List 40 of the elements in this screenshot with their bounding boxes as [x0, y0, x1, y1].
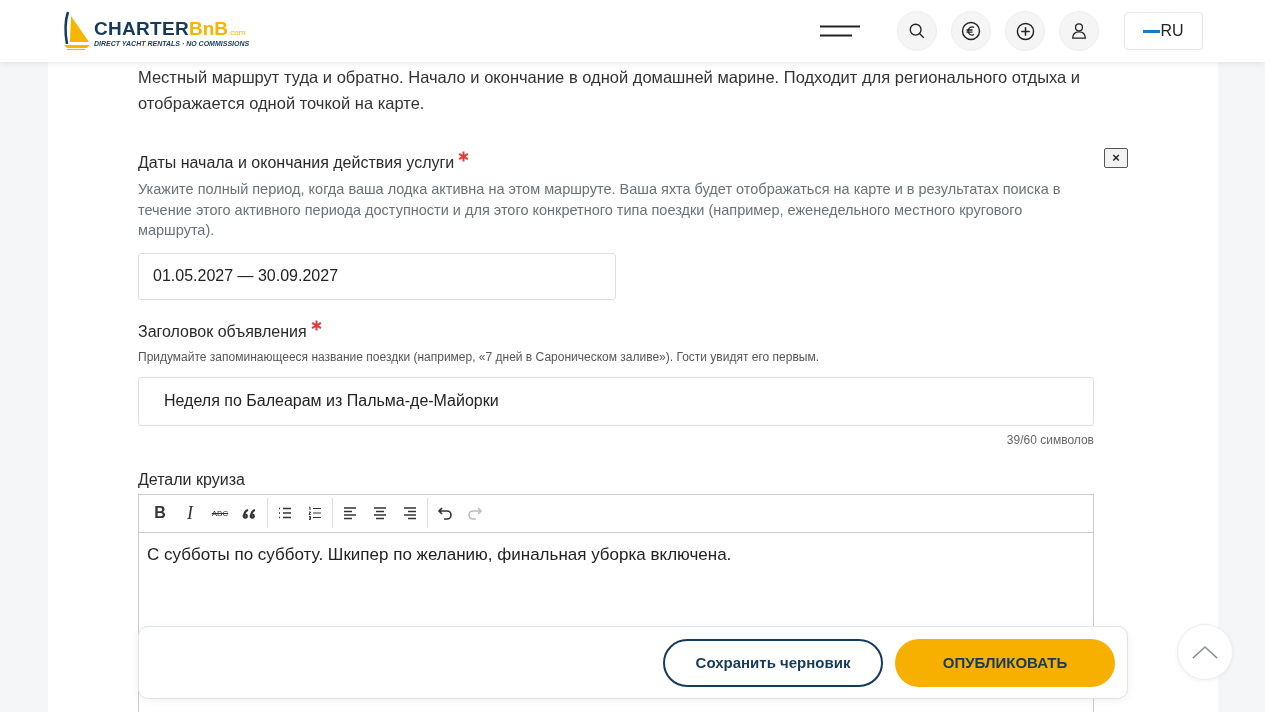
redo-icon [467, 505, 483, 521]
plus-icon [1015, 21, 1035, 41]
add-button[interactable] [1005, 11, 1045, 51]
editor-text: С субботы по субботу. Шкипер по желанию, финальная уборка включена. [147, 544, 732, 564]
logo-text: .com [228, 28, 246, 37]
account-button[interactable] [1059, 11, 1099, 51]
title-field[interactable]: Неделя по Балеарам из Пальма-де-Майорки [138, 376, 1094, 426]
logo-text: CHARTER [94, 18, 189, 40]
euro-icon [961, 21, 981, 41]
italic-button[interactable]: I [175, 498, 205, 528]
bold-button[interactable]: B [145, 498, 175, 528]
publish-button[interactable]: ОПУБЛИКОВАТЬ [895, 638, 1115, 687]
language-button[interactable]: RU [1124, 12, 1203, 50]
align-right-icon [402, 505, 418, 521]
align-left-icon [342, 505, 358, 521]
bullets-icon [277, 505, 293, 521]
help-text: Укажите полный период, когда ваша лодка активна на этом маршруте. Ваша яхта будет отображаться на карте и в результатах поиска в течение этого активного периода доступности и для этого конкретного типа поездки (например, еженедельного местного кругового маршрута). [138, 180, 1062, 240]
character-counter: 39/60 символов [1006, 432, 1094, 447]
menu-icon [819, 25, 861, 37]
numbers-icon [307, 505, 323, 521]
chevron-up-icon [1191, 644, 1219, 660]
save-draft-button[interactable]: Сохранить черновик [663, 638, 883, 687]
help-text: Придумайте запоминающееся название поездки (например, «7 дней в Сароническом заливе»). Гости увидят его первым. [138, 348, 820, 365]
currency-button[interactable] [951, 11, 991, 51]
flag-icon [1143, 29, 1161, 33]
undo-icon [437, 505, 453, 521]
user-icon [1070, 22, 1088, 40]
field-label: Даты начала и окончания действия услуги [138, 153, 455, 173]
search-button[interactable] [897, 11, 937, 51]
align-center-icon [372, 505, 388, 521]
field-label: Заголовок объявления [138, 321, 307, 342]
intro-text: Местный маршрут туда и обратно. Начало и окончание в одной домашней марине. Подходит для регионального отдыха и отображается одной точкой на карте. [138, 67, 1082, 114]
field-label: Детали круиза [138, 469, 245, 490]
logo-text: BnB [189, 18, 229, 40]
search-icon [908, 22, 926, 40]
close-button[interactable]: × [1104, 148, 1128, 168]
menu-button[interactable] [819, 25, 861, 37]
date-range-field[interactable]: 01.05.2027 — 30.09.2027 [138, 252, 616, 300]
sailboat-icon [62, 11, 92, 51]
strike-button[interactable]: ABC [205, 498, 235, 528]
